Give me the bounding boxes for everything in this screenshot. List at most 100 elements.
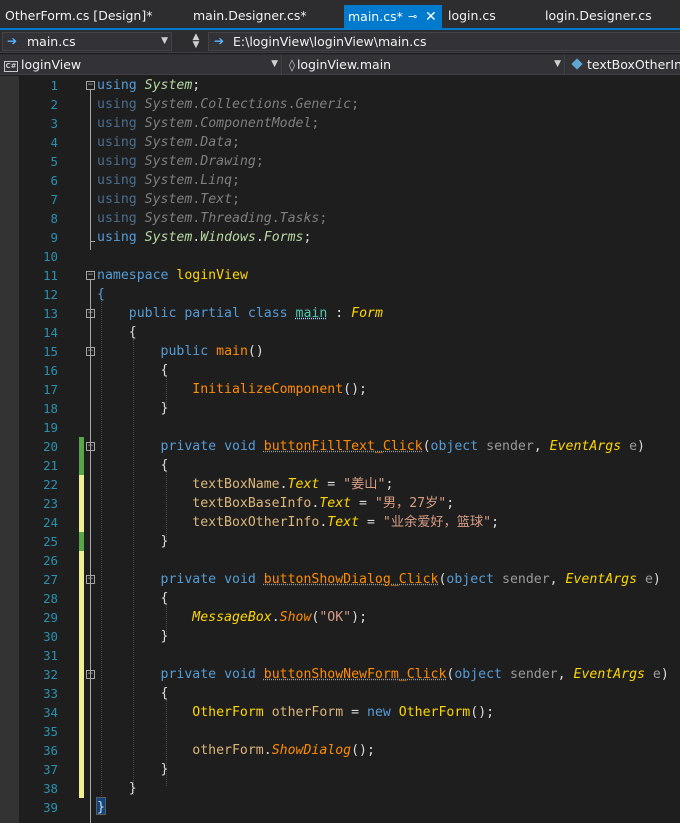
code-line[interactable]: 28 { xyxy=(0,589,680,608)
code-line[interactable]: 26 xyxy=(0,551,680,570)
code-line[interactable]: 19 xyxy=(0,418,680,437)
project-combo-value: loginView xyxy=(21,57,82,72)
field-icon xyxy=(571,58,583,70)
code-text: { xyxy=(160,363,169,378)
code-line[interactable]: 9 using System.Windows.Forms; xyxy=(0,228,680,247)
code-line[interactable]: 24 textBoxOtherInfo.Text = "业余爱好，篮球"; xyxy=(0,513,680,532)
fold-collapse-icon[interactable]: − xyxy=(86,575,95,584)
fold-collapse-icon[interactable]: − xyxy=(86,347,95,356)
code-line[interactable]: 10 xyxy=(0,247,680,266)
code-text: using System.Threading.Tasks; xyxy=(97,211,328,226)
path-combo[interactable]: ➔ E:\loginView\loginView\main.cs xyxy=(208,32,680,51)
code-line[interactable]: 12 { xyxy=(0,285,680,304)
unsaved-change-marker xyxy=(79,741,84,760)
code-line[interactable]: 37 } xyxy=(0,760,680,779)
code-text: { xyxy=(128,325,137,340)
code-line[interactable]: 16 { xyxy=(0,361,680,380)
unsaved-change-marker xyxy=(79,570,84,589)
saved-change-marker xyxy=(79,532,84,551)
code-line[interactable]: 32 − private void buttonShowNewForm_Clic… xyxy=(0,665,680,684)
code-line[interactable]: 1 − using System; xyxy=(0,76,680,95)
code-text: } xyxy=(160,534,169,549)
line-number: 16 xyxy=(43,363,58,378)
code-text: using System.Text; xyxy=(97,192,240,207)
code-text: otherForm.ShowDialog(); xyxy=(192,743,375,758)
code-text: using System.Linq; xyxy=(97,173,240,188)
code-line[interactable]: 38 } xyxy=(0,779,680,798)
unsaved-change-marker xyxy=(79,494,84,513)
code-line[interactable]: 2 using System.Collections.Generic; xyxy=(0,95,680,114)
code-line[interactable]: 3 using System.ComponentModel; xyxy=(0,114,680,133)
fold-collapse-icon[interactable]: − xyxy=(86,271,95,280)
member-combo[interactable]: textBoxOtherInfo xyxy=(566,55,680,74)
fold-collapse-icon[interactable]: − xyxy=(86,442,95,451)
line-number: 30 xyxy=(43,629,58,644)
type-combo[interactable]: ◊ loginView.main ▼ xyxy=(283,55,565,74)
code-line[interactable]: 14 { xyxy=(0,323,680,342)
line-number: 13 xyxy=(43,306,58,321)
code-line[interactable]: 20 − private void buttonFillText_Click(o… xyxy=(0,437,680,456)
code-line[interactable]: 27 − private void buttonShowDialog_Click… xyxy=(0,570,680,589)
code-line[interactable]: 17 InitializeComponent(); xyxy=(0,380,680,399)
code-line[interactable]: 21 { xyxy=(0,456,680,475)
document-tab-strip: OtherForm.cs [Design]* main.Designer.cs*… xyxy=(0,0,680,30)
code-line[interactable]: 33 { xyxy=(0,684,680,703)
code-line[interactable]: 7 using System.Text; xyxy=(0,190,680,209)
line-number: 4 xyxy=(50,135,58,150)
tab-otherform-design[interactable]: OtherForm.cs [Design]* xyxy=(5,4,152,28)
code-line[interactable]: 25 } xyxy=(0,532,680,551)
code-editor[interactable]: 1 − using System; 2 using System.Collect… xyxy=(0,76,680,823)
project-combo[interactable]: C# loginView ▼ xyxy=(0,55,282,74)
code-text: public partial class main : Form xyxy=(128,306,383,321)
line-number: 39 xyxy=(43,800,58,815)
chevron-down-icon: ▼ xyxy=(271,59,278,69)
code-line[interactable]: 6 using System.Linq; xyxy=(0,171,680,190)
saved-change-marker xyxy=(79,437,84,456)
fold-collapse-icon[interactable]: − xyxy=(86,81,95,90)
code-line[interactable]: 31 xyxy=(0,646,680,665)
pin-icon[interactable]: ⊸ xyxy=(408,5,417,29)
code-text: textBoxOtherInfo.Text = "业余爱好，篮球"; xyxy=(192,515,500,530)
code-text: namespace loginView xyxy=(97,268,248,283)
tab-login-cs[interactable]: login.cs xyxy=(448,4,496,28)
line-number: 2 xyxy=(50,97,58,112)
code-line[interactable]: 8 using System.Threading.Tasks; xyxy=(0,209,680,228)
line-number: 37 xyxy=(43,762,58,777)
code-line[interactable]: 36 otherForm.ShowDialog(); xyxy=(0,741,680,760)
code-line[interactable]: 30 } xyxy=(0,627,680,646)
fold-collapse-icon[interactable]: − xyxy=(86,309,95,318)
code-line[interactable]: 34 OtherForm otherForm = new OtherForm()… xyxy=(0,703,680,722)
code-line[interactable]: 39 } xyxy=(0,798,680,817)
split-toggle-button[interactable]: ▲ ▼ xyxy=(190,32,202,51)
code-line[interactable]: 15 − public main() xyxy=(0,342,680,361)
arrow-right-icon: ➔ xyxy=(214,34,225,48)
line-number: 21 xyxy=(43,458,58,473)
code-text: public main() xyxy=(160,344,264,359)
line-number: 26 xyxy=(43,553,58,568)
code-line[interactable]: 13 − public partial class main : Form xyxy=(0,304,680,323)
tab-main-cs[interactable]: main.cs* ⊸ ✕ xyxy=(344,5,442,28)
close-icon[interactable]: ✕ xyxy=(425,5,437,29)
code-text: using System.Windows.Forms; xyxy=(97,230,312,245)
code-text: private void buttonShowDialog_Click(obje… xyxy=(160,572,661,587)
code-line[interactable]: 35 xyxy=(0,722,680,741)
file-combo[interactable]: ➔ main.cs ▼ xyxy=(2,32,172,51)
code-line[interactable]: 22 textBoxName.Text = "姜山"; xyxy=(0,475,680,494)
member-navigation-bar: C# loginView ▼ ◊ loginView.main ▼ textBoxO… xyxy=(0,54,680,75)
code-line[interactable]: 5 using System.Drawing; xyxy=(0,152,680,171)
code-line[interactable]: 11 − namespace loginView xyxy=(0,266,680,285)
line-number: 31 xyxy=(43,648,58,663)
chevron-down-icon: ▼ xyxy=(554,59,561,69)
line-number: 5 xyxy=(50,154,58,169)
unsaved-change-marker xyxy=(79,646,84,665)
code-line[interactable]: 4 using System.Data; xyxy=(0,133,680,152)
line-number: 36 xyxy=(43,743,58,758)
code-line[interactable]: 23 textBoxBaseInfo.Text = "男，27岁"; xyxy=(0,494,680,513)
fold-collapse-icon[interactable]: − xyxy=(86,670,95,679)
code-line[interactable]: 18 } xyxy=(0,399,680,418)
code-line[interactable]: 29 MessageBox.Show("OK"); xyxy=(0,608,680,627)
code-text: MessageBox.Show("OK"); xyxy=(192,610,368,625)
tab-main-designer[interactable]: main.Designer.cs* xyxy=(193,4,307,28)
tab-login-designer[interactable]: login.Designer.cs xyxy=(545,4,652,28)
code-text: using System.ComponentModel; xyxy=(97,116,320,131)
